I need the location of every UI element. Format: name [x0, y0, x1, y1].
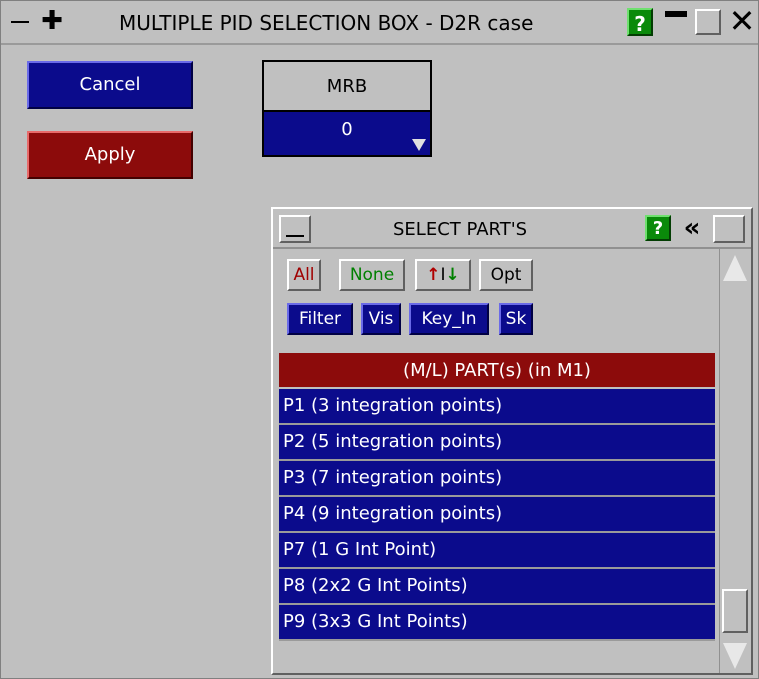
parts-list-header[interactable]: (M/L) PART(s) (in M1): [279, 353, 715, 389]
title-bar: ✚ MULTIPLE PID SELECTION BOX - D2R case …: [1, 1, 758, 45]
list-item[interactable]: P1 (3 integration points): [279, 389, 715, 425]
parts-scrollbar[interactable]: [719, 249, 750, 673]
minimize-icon[interactable]: [663, 9, 689, 35]
panel-help-button[interactable]: ?: [645, 215, 671, 241]
collapse-chevron-icon[interactable]: «: [677, 213, 707, 243]
options-button[interactable]: Opt: [479, 259, 533, 291]
select-parts-panel: SELECT PART'S ? « All None ↑I↓ Opt Filte…: [271, 207, 753, 675]
window-menu-icon[interactable]: [9, 9, 31, 35]
sort-toggle-button[interactable]: ↑I↓: [415, 259, 471, 291]
scroll-up-arrow-icon[interactable]: [720, 249, 748, 285]
filter-button[interactable]: Filter: [287, 303, 353, 335]
list-item[interactable]: P3 (7 integration points): [279, 461, 715, 497]
scroll-track[interactable]: [720, 289, 748, 619]
dropdown-arrow-icon: [412, 139, 426, 151]
scroll-thumb[interactable]: [722, 589, 748, 633]
cancel-button[interactable]: Cancel: [27, 61, 193, 109]
pid-selection-window: ✚ MULTIPLE PID SELECTION BOX - D2R case …: [0, 0, 759, 679]
list-item[interactable]: P2 (5 integration points): [279, 425, 715, 461]
move-cross-icon[interactable]: ✚: [39, 8, 65, 36]
window-title: MULTIPLE PID SELECTION BOX - D2R case: [119, 11, 534, 35]
panel-title: SELECT PART'S: [393, 219, 528, 240]
mrb-label: MRB: [264, 62, 430, 112]
list-item[interactable]: P9 (3x3 G Int Points): [279, 605, 715, 641]
select-none-button[interactable]: None: [339, 259, 405, 291]
panel-menu-icon[interactable]: [279, 215, 311, 243]
mrb-selector: MRB 0: [262, 60, 432, 157]
select-all-button[interactable]: All: [287, 259, 321, 291]
sketch-button[interactable]: Sk: [499, 303, 533, 335]
list-item[interactable]: P7 (1 G Int Point): [279, 533, 715, 569]
panel-title-bar: SELECT PART'S ? «: [273, 209, 751, 249]
mrb-dropdown[interactable]: 0: [264, 112, 430, 155]
list-item[interactable]: P8 (2x2 G Int Points): [279, 569, 715, 605]
maximize-icon[interactable]: [695, 9, 721, 35]
mrb-value: 0: [341, 119, 353, 140]
scroll-down-arrow-icon[interactable]: [720, 637, 748, 673]
panel-maximize-icon[interactable]: [713, 215, 745, 243]
sort-up-arrow-icon: ↑: [426, 265, 441, 285]
sort-down-arrow-icon: ↓: [445, 265, 460, 285]
close-icon[interactable]: ✕: [727, 3, 757, 39]
parts-list: P1 (3 integration points) P2 (5 integrat…: [279, 389, 715, 641]
key-in-button[interactable]: Key_In: [409, 303, 489, 335]
apply-button[interactable]: Apply: [27, 131, 193, 179]
list-item[interactable]: P4 (9 integration points): [279, 497, 715, 533]
visible-button[interactable]: Vis: [361, 303, 401, 335]
help-button[interactable]: ?: [627, 8, 653, 36]
